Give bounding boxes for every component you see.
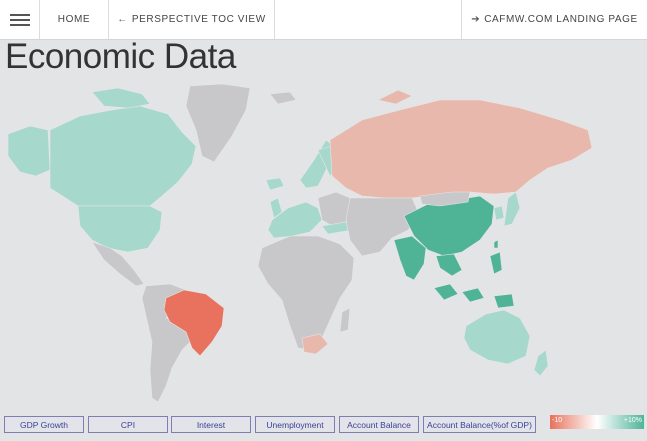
country-russia-islands <box>377 89 413 105</box>
country-iceland <box>265 177 285 191</box>
tab-account-balance[interactable]: Account Balance <box>339 416 419 433</box>
home-label: HOME <box>57 14 91 25</box>
country-korea <box>493 205 505 221</box>
world-map <box>7 83 593 403</box>
country-australia <box>463 309 531 365</box>
country-canada <box>49 105 197 207</box>
arrow-left-icon: ← <box>117 14 128 25</box>
tab-interest[interactable]: Interest <box>171 416 251 433</box>
perspective-toc-link[interactable]: ← PERSPECTIVE TOC VIEW <box>109 0 275 39</box>
country-new-zealand <box>533 349 549 377</box>
region-arctic-islands <box>269 91 297 105</box>
landing-label: CAFMW.COM LANDING PAGE <box>484 14 638 25</box>
country-indonesia <box>433 283 459 301</box>
country-greenland <box>185 83 251 163</box>
landing-page-link[interactable]: ➔ CAFMW.COM LANDING PAGE <box>462 0 647 39</box>
country-south-africa <box>301 333 329 355</box>
tab-gdp-growth[interactable]: GDP Growth <box>4 416 84 433</box>
hamburger-menu-icon <box>9 13 30 26</box>
home-link[interactable]: HOME <box>40 0 109 39</box>
tab-cpi[interactable]: CPI <box>88 416 168 433</box>
nav-spacer <box>275 0 462 39</box>
country-russia <box>329 99 593 199</box>
country-philippines <box>489 251 503 275</box>
top-nav: HOME ← PERSPECTIVE TOC VIEW ➔ CAFMW.COM … <box>0 0 647 40</box>
country-usa <box>77 205 163 253</box>
country-papua <box>493 293 515 309</box>
country-taiwan <box>493 239 499 249</box>
country-japan <box>503 191 521 227</box>
toc-label: PERSPECTIVE TOC VIEW <box>131 14 266 25</box>
color-legend: -10 +10% <box>550 415 644 429</box>
country-canada-islands <box>91 87 151 109</box>
region-africa <box>257 235 355 351</box>
tab-unemployment[interactable]: Unemployment <box>255 416 335 433</box>
country-indonesia-east <box>461 287 485 303</box>
menu-button[interactable] <box>0 0 40 39</box>
page-title: Economic Data <box>5 37 236 76</box>
tab-account-balance-gdp[interactable]: Account Balance(%of GDP) <box>423 416 536 433</box>
legend-min-label: -10 <box>552 417 563 424</box>
country-madagascar <box>339 307 351 333</box>
country-alaska <box>7 125 51 177</box>
legend-max-label: +10% <box>623 417 642 424</box>
region-southeast-asia <box>435 253 463 277</box>
circle-arrow-icon: ➔ <box>471 14 481 25</box>
